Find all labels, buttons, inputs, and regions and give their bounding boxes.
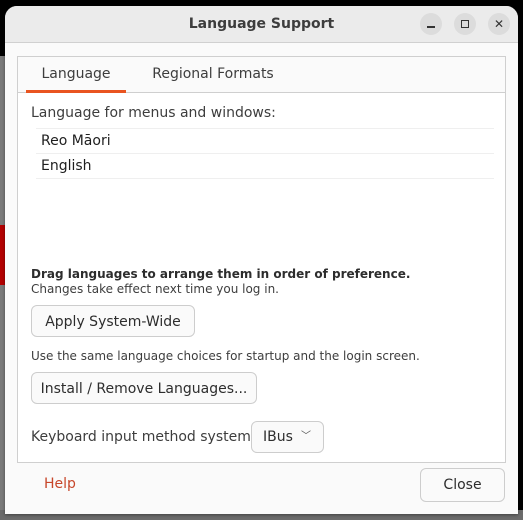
- language-support-window: Language Support ✕ Language Regional For…: [5, 6, 518, 514]
- apply-hint: Use the same language choices for startu…: [31, 349, 420, 363]
- tab-regional-formats[interactable]: Regional Formats: [148, 57, 278, 92]
- drag-hint: Drag languages to arrange them in order …: [31, 267, 411, 281]
- keyboard-input-value: IBus: [263, 429, 293, 445]
- apply-system-wide-button[interactable]: Apply System-Wide: [31, 305, 195, 337]
- language-tab-content: Language for menus and windows: Reo Māor…: [18, 93, 505, 462]
- help-link[interactable]: Help: [44, 476, 76, 492]
- close-window-button[interactable]: ✕: [488, 13, 510, 35]
- chevron-down-icon: ﹀: [301, 431, 311, 442]
- keyboard-input-dropdown[interactable]: IBus ﹀: [251, 421, 324, 453]
- language-list-label: Language for menus and windows:: [31, 105, 276, 121]
- close-button[interactable]: Close: [420, 468, 505, 502]
- keyboard-input-label: Keyboard input method system:: [31, 429, 256, 445]
- maximize-button[interactable]: [454, 13, 476, 35]
- tab-language[interactable]: Language: [26, 57, 126, 93]
- list-item[interactable]: Reo Māori: [36, 128, 494, 153]
- minimize-icon: [427, 26, 435, 28]
- install-remove-languages-button[interactable]: Install / Remove Languages...: [31, 372, 257, 404]
- effect-hint: Changes take effect next time you log in…: [31, 282, 279, 296]
- minimize-button[interactable]: [420, 13, 442, 35]
- tab-bar: Language Regional Formats: [18, 57, 505, 93]
- maximize-icon: [461, 20, 469, 28]
- close-icon: ✕: [493, 17, 505, 31]
- titlebar[interactable]: Language Support ✕: [5, 6, 518, 43]
- language-list[interactable]: Reo Māori English: [36, 128, 494, 179]
- list-item[interactable]: English: [36, 153, 494, 179]
- notebook: Language Regional Formats Language for m…: [17, 56, 506, 463]
